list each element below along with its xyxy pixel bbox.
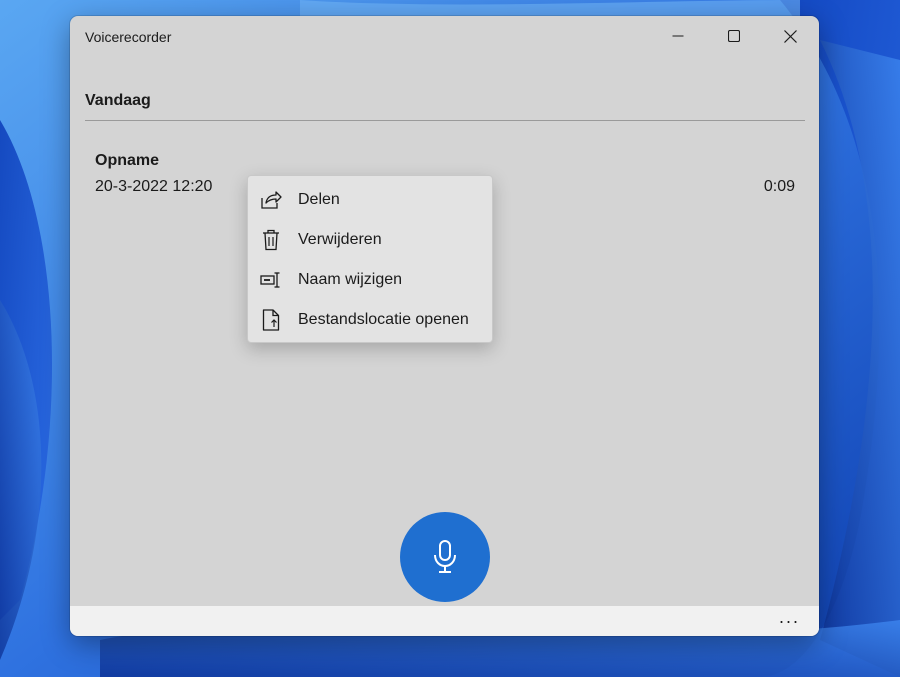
- recording-name: Opname: [95, 152, 160, 169]
- trash-icon: [260, 229, 282, 251]
- context-menu: Delen Verwijderen Naam wijzigen Bestands…: [247, 175, 493, 343]
- close-icon: [783, 29, 797, 43]
- microphone-icon: [434, 540, 456, 573]
- menu-item-label: Naam wijzigen: [298, 271, 403, 288]
- bottom-command-bar: ···: [70, 606, 819, 636]
- more-options-button[interactable]: ···: [773, 608, 805, 634]
- menu-item-label: Verwijderen: [298, 231, 382, 248]
- maximize-button[interactable]: [706, 16, 762, 56]
- section-divider: [85, 120, 805, 121]
- title-bar[interactable]: Voicerecorder: [70, 16, 819, 58]
- menu-item-share[interactable]: Delen: [248, 180, 492, 220]
- minimize-icon: [672, 35, 684, 37]
- section-header-today: Vandaag: [85, 92, 151, 109]
- recording-date: 20-3-2022 12:20: [95, 178, 213, 195]
- menu-item-open-file-location[interactable]: Bestandslocatie openen: [248, 300, 492, 340]
- menu-item-label: Delen: [298, 191, 340, 208]
- file-location-icon: [260, 309, 282, 331]
- rename-icon: [260, 269, 282, 291]
- minimize-button[interactable]: [650, 16, 706, 56]
- recording-duration: 0:09: [763, 178, 795, 195]
- menu-item-label: Bestandslocatie openen: [298, 311, 469, 328]
- record-button[interactable]: [400, 512, 490, 602]
- close-button[interactable]: [762, 16, 818, 56]
- menu-item-rename[interactable]: Naam wijzigen: [248, 260, 492, 300]
- menu-item-delete[interactable]: Verwijderen: [248, 220, 492, 260]
- maximize-icon: [728, 30, 740, 42]
- app-title: Voicerecorder: [85, 29, 172, 45]
- share-icon: [260, 189, 282, 211]
